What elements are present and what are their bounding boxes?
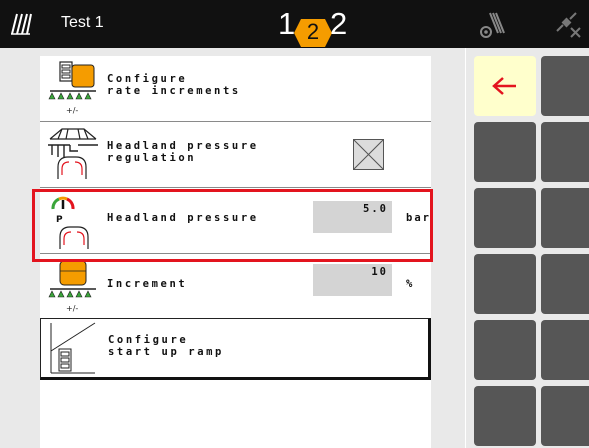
back-button[interactable]: [474, 56, 536, 116]
softkey-button[interactable]: [541, 254, 589, 314]
headland-pressure-regulation-row[interactable]: Headland pressure regulation: [40, 122, 431, 188]
start-up-ramp-row[interactable]: Configure start up ramp: [40, 318, 431, 380]
page-marker-number: 2: [306, 19, 320, 44]
softkey-button[interactable]: [474, 386, 536, 446]
increment-value: 10: [371, 266, 388, 278]
softkey-button[interactable]: [541, 188, 589, 248]
tramlines-icon: [11, 13, 32, 35]
boom-headland-icon: [48, 128, 98, 179]
rate-increments-label: Configure rate increments: [107, 73, 241, 97]
gps-off-icon: [556, 12, 581, 38]
arrow-left-icon: [492, 77, 516, 95]
increment-input[interactable]: 10: [313, 264, 392, 296]
headland-pressure-regulation-label: Headland pressure regulation: [107, 140, 259, 164]
top-bar: Test 1 1 2 2: [0, 0, 589, 48]
softkey-button[interactable]: [541, 386, 589, 446]
sprayer-rate-icon: +/-: [48, 61, 96, 115]
page-title: Test 1: [61, 14, 104, 31]
cross-icon: [353, 139, 384, 170]
svg-text:+/-: +/-: [66, 106, 78, 115]
sprayer-increment-icon: +/-: [48, 260, 96, 313]
rate-increments-row[interactable]: +/- Configure rate increments: [40, 56, 431, 122]
highlight-frame: [32, 189, 433, 262]
regulation-checkbox[interactable]: [353, 139, 384, 170]
softkey-button[interactable]: [541, 320, 589, 380]
increment-label: Increment: [107, 278, 188, 290]
increment-unit: %: [406, 278, 415, 290]
sprayer-gear-icon: [480, 12, 505, 38]
softkey-button[interactable]: [541, 56, 589, 116]
softkey-button[interactable]: [541, 122, 589, 182]
svg-text:+/-: +/-: [66, 304, 78, 313]
softkey-button[interactable]: [474, 188, 536, 248]
page-indicator-total: 2: [330, 6, 348, 41]
increment-row[interactable]: +/- Increment 10 %: [40, 254, 431, 320]
start-up-ramp-label: Configure start up ramp: [108, 334, 224, 358]
softkey-button[interactable]: [474, 122, 536, 182]
ramp-chart-icon: [50, 322, 96, 374]
softkey-button[interactable]: [474, 320, 536, 380]
softkey-button[interactable]: [474, 254, 536, 314]
